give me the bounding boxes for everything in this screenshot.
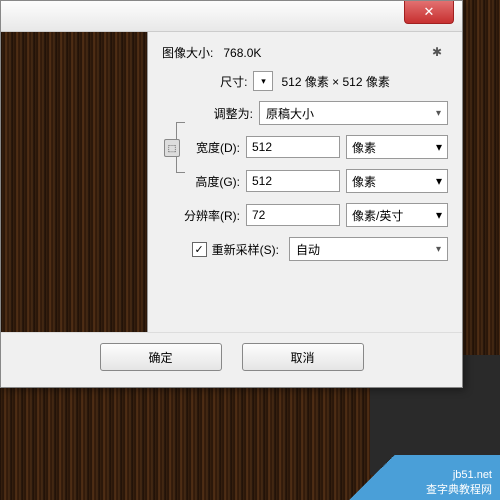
- watermark-url: jb51.net: [453, 469, 492, 481]
- resolution-input[interactable]: 72: [246, 204, 340, 226]
- resolution-row: 分辨率(R): 72 像素/英寸 ▾: [162, 203, 448, 227]
- resample-row: ✓ 重新采样(S): 自动 ▾: [162, 237, 448, 261]
- dialog-body: 图像大小: 768.0K ✱ 尺寸: ▾ 512 像素 × 512 像素 调整为…: [1, 32, 462, 332]
- close-button[interactable]: ✕: [404, 1, 454, 24]
- chevron-down-icon: ▾: [436, 108, 441, 119]
- gear-icon[interactable]: ✱: [432, 45, 448, 61]
- preview-thumbnail[interactable]: [1, 32, 148, 332]
- image-size-row: 图像大小: 768.0K ✱: [162, 44, 448, 61]
- resample-label: 重新采样(S):: [212, 241, 279, 258]
- controls-panel: 图像大小: 768.0K ✱ 尺寸: ▾ 512 像素 × 512 像素 调整为…: [148, 32, 462, 332]
- resample-checkbox[interactable]: ✓: [192, 242, 207, 257]
- width-label: 宽度(D):: [182, 139, 240, 156]
- adjust-to-label: 调整为:: [214, 105, 253, 122]
- watermark: jb51.net 查字典教程网: [330, 455, 500, 500]
- ok-button[interactable]: 确定: [100, 343, 222, 371]
- resample-method-select[interactable]: 自动 ▾: [289, 237, 448, 261]
- cancel-button[interactable]: 取消: [242, 343, 364, 371]
- check-icon: ✓: [195, 243, 204, 256]
- resolution-unit-select[interactable]: 像素/英寸 ▾: [346, 203, 448, 227]
- width-unit-select[interactable]: 像素 ▾: [346, 135, 448, 159]
- watermark-text: 查字典教程网: [426, 481, 492, 497]
- preset-value: 原稿大小: [266, 105, 314, 122]
- link-icon: ⬚: [168, 143, 177, 154]
- width-input[interactable]: 512: [246, 136, 340, 158]
- resample-method-value: 自动: [296, 241, 320, 258]
- button-row: 确定 取消: [1, 332, 462, 387]
- chevron-down-icon: ▾: [436, 174, 442, 188]
- dimensions-row: 尺寸: ▾ 512 像素 × 512 像素: [162, 71, 448, 91]
- height-row: 高度(G): 512 像素 ▾: [182, 169, 448, 193]
- chevron-down-icon: ▾: [436, 140, 442, 154]
- close-icon: ✕: [424, 4, 435, 20]
- image-size-dialog: ✕ 图像大小: 768.0K ✱ 尺寸: ▾ 512 像素 × 512 像素 调…: [0, 0, 463, 388]
- height-unit-value: 像素: [352, 173, 376, 190]
- width-unit-value: 像素: [352, 139, 376, 156]
- chevron-down-icon: ▾: [261, 76, 266, 87]
- chevron-down-icon: ▾: [436, 244, 441, 255]
- preset-select[interactable]: 原稿大小 ▾: [259, 101, 448, 125]
- constrain-proportions-icon[interactable]: ⬚: [164, 139, 180, 157]
- width-row: 宽度(D): 512 像素 ▾: [182, 135, 448, 159]
- resolution-label: 分辨率(R):: [162, 207, 240, 224]
- dimensions-label: 尺寸:: [220, 73, 247, 90]
- image-size-label: 图像大小:: [162, 44, 213, 61]
- dimensions-value: 512 像素 × 512 像素: [281, 73, 389, 90]
- chevron-down-icon: ▾: [436, 208, 442, 222]
- image-size-value: 768.0K: [223, 46, 261, 60]
- resolution-unit-value: 像素/英寸: [352, 207, 403, 224]
- height-input[interactable]: 512: [246, 170, 340, 192]
- height-unit-select[interactable]: 像素 ▾: [346, 169, 448, 193]
- adjust-to-row: 调整为: 原稿大小 ▾: [162, 101, 448, 125]
- dimensions-unit-dropdown[interactable]: ▾: [253, 71, 273, 91]
- dialog-titlebar: ✕: [1, 1, 462, 32]
- height-label: 高度(G):: [182, 173, 240, 190]
- dimension-group: 宽度(D): 512 像素 ▾ 高度(G): 512 像素 ▾: [162, 135, 448, 193]
